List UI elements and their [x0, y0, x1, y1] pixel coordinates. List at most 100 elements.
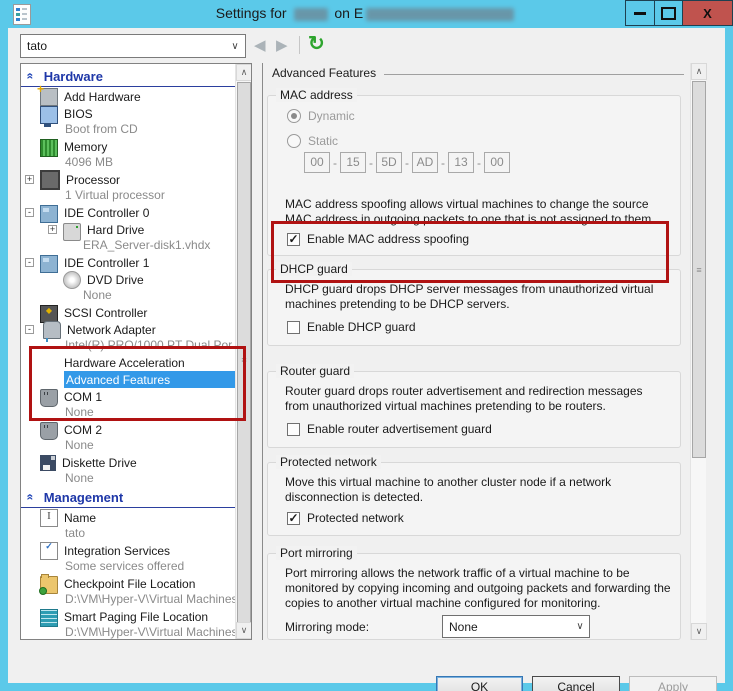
title-prefix: Settings for [216, 5, 287, 21]
group-protected-network: Protected network Move this virtual mach… [267, 462, 681, 536]
maximize-icon [661, 7, 676, 20]
chevron-down-icon: ∨ [225, 41, 245, 52]
panel-scrollbar-thumb[interactable]: ≡ [692, 81, 706, 458]
sidebar-item-hardware-acceleration[interactable]: Hardware Acceleration [21, 354, 235, 371]
sidebar-subtext: None [21, 288, 235, 304]
enable-mac-spoofing-row[interactable]: ✓ Enable MAC address spoofing [287, 232, 469, 246]
scsi-controller-icon: ◆ [40, 305, 58, 323]
hard-drive-icon [63, 223, 81, 241]
vm-selector[interactable]: tato ∨ [20, 34, 246, 58]
section-management[interactable]: « Management [21, 487, 235, 508]
expand-toggle[interactable]: + [48, 225, 57, 234]
group-dhcp-guard: DHCP guard DHCP guard drops DHCP server … [267, 269, 681, 346]
close-icon: X [703, 6, 712, 21]
memory-icon [40, 139, 58, 157]
checkbox-unchecked-icon[interactable]: ✓ [287, 423, 300, 436]
com-port-icon [40, 422, 58, 440]
mirroring-mode-row: Mirroring mode: None ∨ [285, 615, 590, 638]
sidebar-subtext: None [21, 471, 235, 487]
expand-toggle[interactable]: + [25, 175, 34, 184]
mac-octet-field: 13 [448, 152, 474, 173]
cancel-button[interactable]: Cancel [532, 676, 620, 691]
sidebar-item-processor[interactable]: + Processor [21, 171, 235, 188]
sidebar-item-com1[interactable]: COM 1 [21, 388, 235, 405]
vm-selector-value: tato [21, 39, 225, 53]
network-adapter-icon [43, 321, 61, 339]
sidebar-item-hard-drive[interactable]: + Hard Drive [21, 221, 235, 238]
tree-scrollbar[interactable]: ∧ ≡ ∨ [235, 64, 251, 639]
header-rule [384, 74, 684, 75]
bios-icon [40, 106, 58, 124]
sidebar-item-network-adapter[interactable]: - Network Adapter [21, 321, 235, 338]
group-mac-address: MAC address Dynamic Static 00- 15- 5D- A… [267, 95, 681, 256]
enable-router-guard-row[interactable]: ✓ Enable router advertisement guard [287, 422, 492, 436]
title-connector: on [334, 5, 350, 21]
sidebar-item-checkpoint-file-location[interactable]: Checkpoint File Location [21, 575, 235, 592]
tree-scrollbar-thumb[interactable]: ≡ [237, 82, 251, 638]
sidebar-subtext: None [21, 438, 235, 454]
checkbox-checked-icon[interactable]: ✓ [287, 233, 300, 246]
titlebar: Settings for on E X [0, 0, 733, 28]
radio-button-icon [287, 134, 301, 148]
ide-controller-icon [40, 255, 58, 273]
client-area: tato ∨ ◀ ▶ ↻ « Hardware Add Hardware [8, 28, 725, 683]
sidebar-subtext: None [21, 405, 235, 421]
scroll-up-icon[interactable]: ∧ [691, 63, 707, 80]
sidebar-item-integration-services[interactable]: ✓ Integration Services [21, 542, 235, 559]
processor-icon [40, 170, 60, 190]
checkpoint-folder-icon [40, 576, 58, 594]
sidebar-item-bios[interactable]: BIOS [21, 105, 235, 122]
minimize-button[interactable] [625, 0, 655, 26]
group-port-mirroring: Port mirroring Port mirroring allows the… [267, 553, 681, 640]
checkbox-unchecked-icon[interactable]: ✓ [287, 321, 300, 334]
back-button[interactable]: ◀ [254, 36, 266, 54]
dhcp-guard-description: DHCP guard drops DHCP server messages fr… [285, 282, 677, 312]
maximize-button[interactable] [654, 0, 683, 26]
ok-button[interactable]: OK [436, 676, 523, 691]
mirroring-mode-label: Mirroring mode: [285, 620, 442, 634]
sidebar-item-memory[interactable]: Memory [21, 138, 235, 155]
enable-dhcp-guard-row[interactable]: ✓ Enable DHCP guard [287, 320, 416, 334]
sidebar-item-com2[interactable]: COM 2 [21, 421, 235, 438]
sidebar-item-smart-paging-file-location[interactable]: Smart Paging File Location [21, 608, 235, 625]
sidebar-item-ide-controller-1[interactable]: - IDE Controller 1 [21, 254, 235, 271]
title-server-initial: E [354, 5, 363, 21]
scroll-down-icon[interactable]: ∨ [236, 622, 252, 639]
sidebar-subtext: tato [21, 526, 235, 542]
panel-left-border [262, 63, 263, 640]
sidebar-item-ide-controller-0[interactable]: - IDE Controller 0 [21, 204, 235, 221]
refresh-button[interactable]: ↻ [308, 31, 325, 56]
collapse-toggle[interactable]: - [25, 258, 34, 267]
panel-scrollbar[interactable]: ∧ ≡ ∨ [690, 63, 706, 640]
group-legend: Port mirroring [276, 546, 357, 560]
sidebar-item-name[interactable]: I Name [21, 509, 235, 526]
sidebar-item-diskette-drive[interactable]: Diskette Drive [21, 454, 235, 471]
group-legend: MAC address [276, 88, 357, 102]
sidebar-item-advanced-features[interactable]: Advanced Features [64, 371, 235, 388]
forward-button[interactable]: ▶ [276, 36, 288, 54]
protected-network-row[interactable]: ✓ Protected network [287, 511, 404, 525]
sidebar-item-scsi-controller[interactable]: ◆ SCSI Controller [21, 304, 235, 321]
collapse-toggle[interactable]: - [25, 325, 34, 334]
redacted-server-name [366, 8, 514, 21]
sidebar-subtext: 1 Virtual processor [21, 188, 235, 204]
integration-services-icon: ✓ [40, 542, 58, 560]
sidebar-item-dvd-drive[interactable]: DVD Drive [21, 271, 235, 288]
radio-static: Static [287, 134, 338, 148]
mac-octet-field: 15 [340, 152, 366, 173]
mirroring-mode-select[interactable]: None ∨ [442, 615, 590, 638]
scroll-up-icon[interactable]: ∧ [236, 64, 252, 81]
section-hardware[interactable]: « Hardware [21, 66, 235, 87]
group-legend: Router guard [276, 364, 354, 378]
scroll-down-icon[interactable]: ∨ [691, 623, 707, 640]
mac-octet-field: 5D [376, 152, 402, 173]
collapse-toggle[interactable]: - [25, 208, 34, 217]
close-button[interactable]: X [682, 0, 733, 26]
sidebar-item-add-hardware[interactable]: Add Hardware [21, 88, 235, 105]
apply-button[interactable]: Apply [629, 676, 717, 691]
protected-network-description: Move this virtual machine to another clu… [285, 475, 677, 505]
checkbox-checked-icon[interactable]: ✓ [287, 512, 300, 525]
mac-octet-field: 00 [304, 152, 330, 173]
window-title: Settings for on E [0, 5, 733, 21]
name-icon: I [40, 509, 58, 527]
